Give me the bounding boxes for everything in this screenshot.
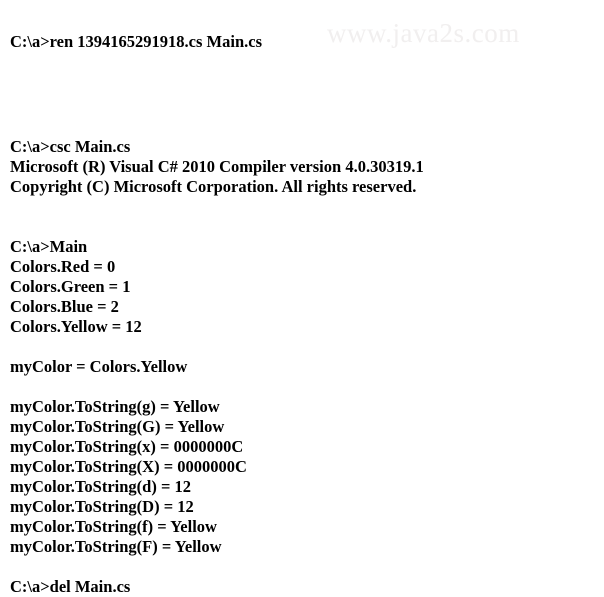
console-line: Colors.Green = 1 <box>10 277 131 296</box>
console-line: Microsoft (R) Visual C# 2010 Compiler ve… <box>10 157 424 176</box>
console-line: C:\a>del Main.cs <box>10 577 131 596</box>
console-line: C:\a>csc Main.cs <box>10 137 131 156</box>
console-line: Colors.Red = 0 <box>10 257 116 276</box>
console-line: myColor.ToString(X) = 0000000C <box>10 457 247 476</box>
console-line: C:\a>ren 1394165291918.cs Main.cs <box>10 32 262 51</box>
console-line: myColor = Colors.Yellow <box>10 357 188 376</box>
console-line: myColor.ToString(F) = Yellow <box>10 537 222 556</box>
console-line: myColor.ToString(g) = Yellow <box>10 397 220 416</box>
console-line: Colors.Yellow = 12 <box>10 317 142 336</box>
console-line: myColor.ToString(x) = 0000000C <box>10 437 244 456</box>
console-output[interactable]: C:\a>ren 1394165291918.cs Main.cs C:\a>cs… <box>0 0 604 596</box>
console-line: myColor.ToString(G) = Yellow <box>10 417 225 436</box>
console-line: myColor.ToString(d) = 12 <box>10 477 191 496</box>
console-line: C:\a>Main <box>10 237 88 256</box>
console-line: Colors.Blue = 2 <box>10 297 119 316</box>
console-line: Copyright (C) Microsoft Corporation. All… <box>10 177 417 196</box>
console-line: myColor.ToString(D) = 12 <box>10 497 194 516</box>
console-line: myColor.ToString(f) = Yellow <box>10 517 217 536</box>
